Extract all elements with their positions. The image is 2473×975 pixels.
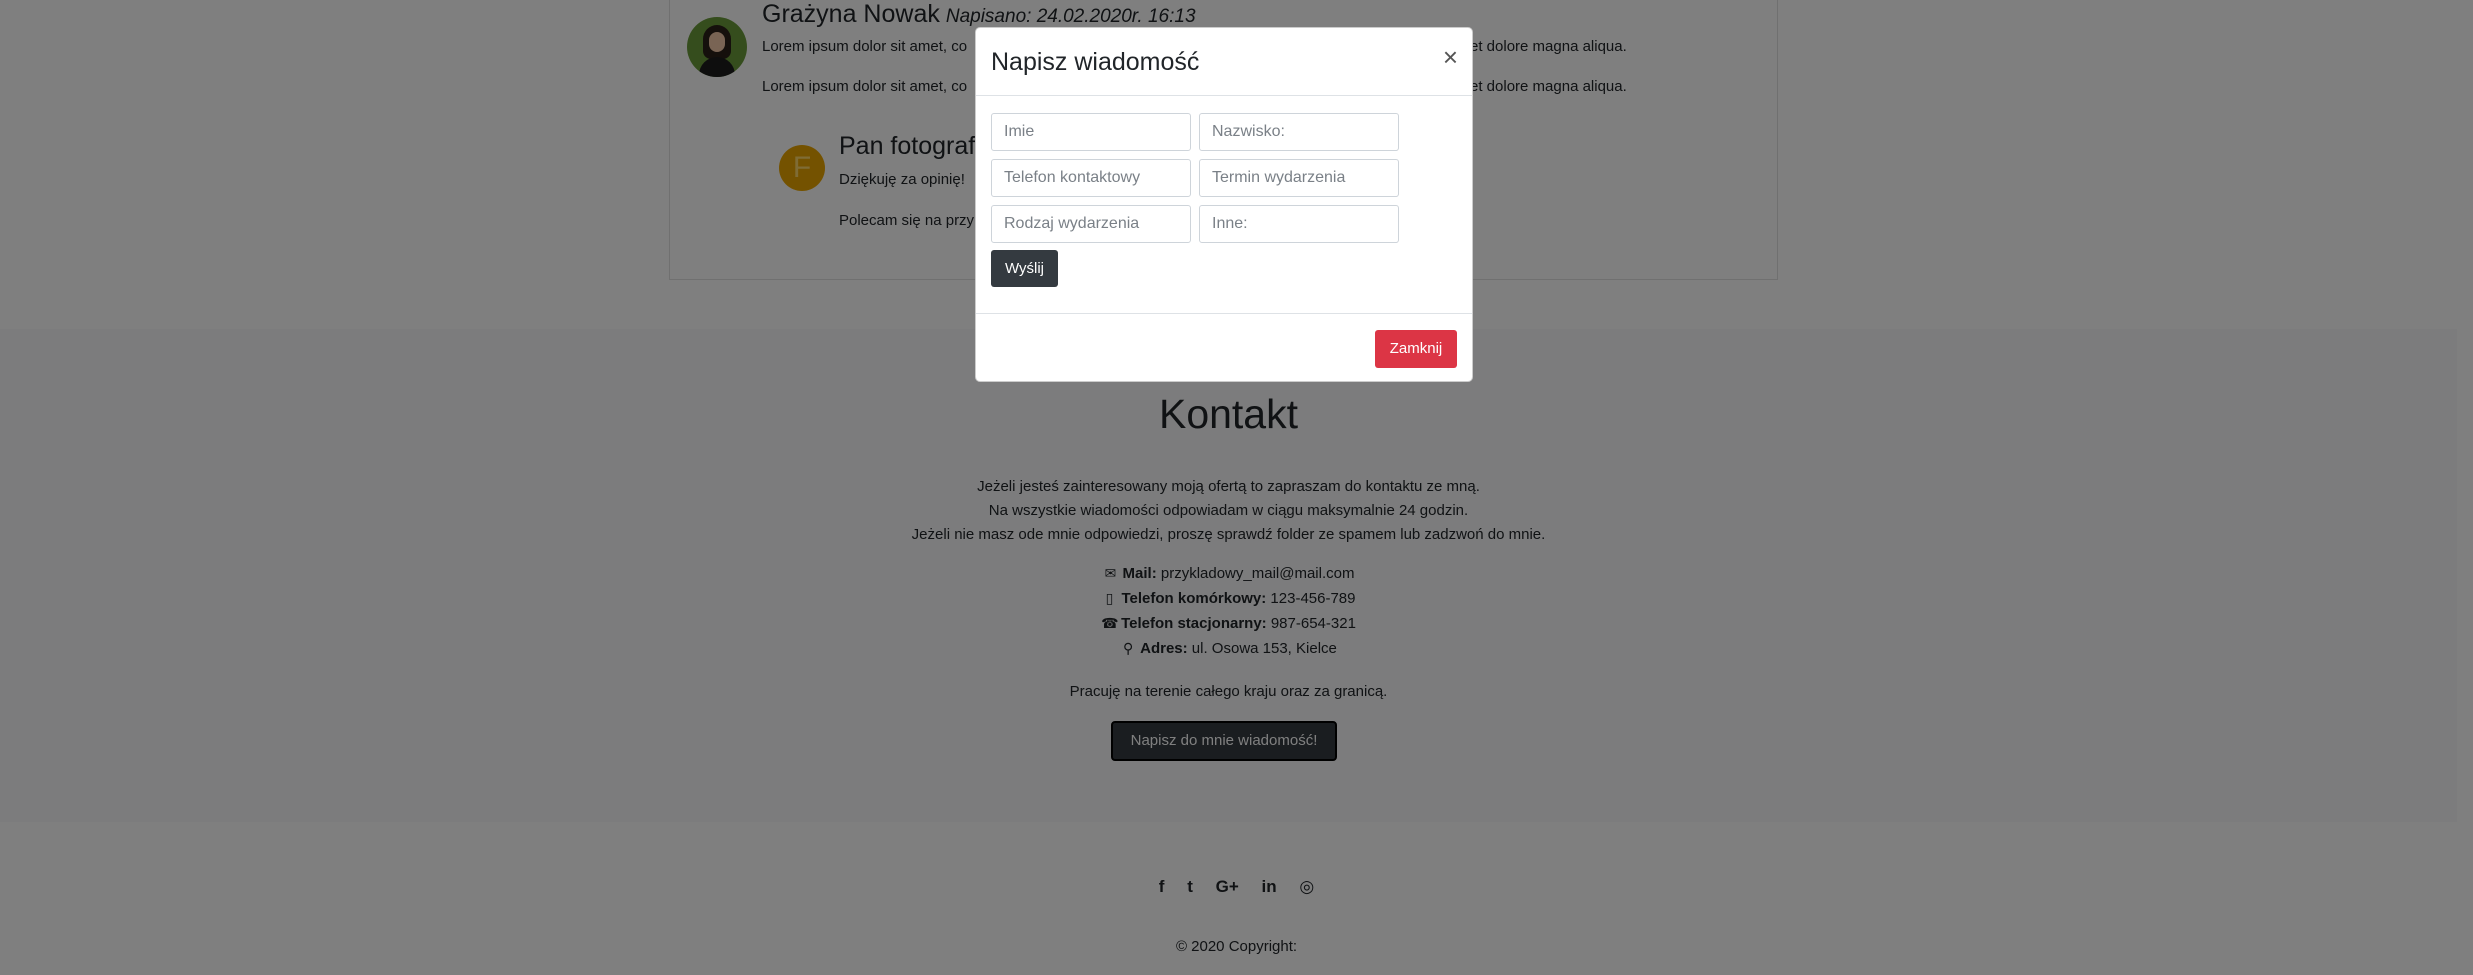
message-modal: Napisz wiadomość × Wyślij Zamknij — [975, 27, 1473, 382]
first-name-field[interactable] — [991, 113, 1191, 151]
other-field[interactable] — [1199, 205, 1399, 243]
event-type-field[interactable] — [991, 205, 1191, 243]
close-icon[interactable]: × — [1443, 44, 1458, 70]
modal-header: Napisz wiadomość × — [976, 28, 1472, 96]
modal-footer: Zamknij — [976, 313, 1472, 383]
page: Grażyna NowakNapisano: 24.02.2020r. 16:1… — [0, 0, 2473, 975]
send-button[interactable]: Wyślij — [991, 250, 1058, 287]
modal-title: Napisz wiadomość — [991, 48, 1200, 76]
event-date-field[interactable] — [1199, 159, 1399, 197]
phone-field[interactable] — [991, 159, 1191, 197]
last-name-field[interactable] — [1199, 113, 1399, 151]
close-button[interactable]: Zamknij — [1375, 330, 1457, 368]
